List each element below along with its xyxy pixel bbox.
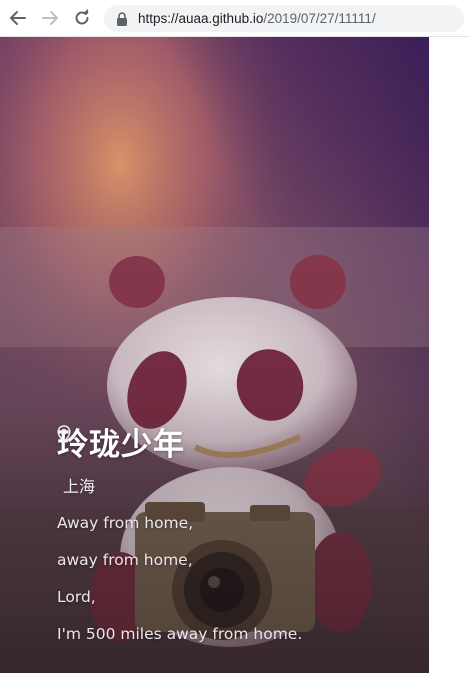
arrow-left-icon: [10, 11, 26, 25]
url-text: https://auaa.github.io/2019/07/27/11111/: [138, 11, 376, 26]
location-text: 上海: [63, 477, 96, 496]
profile-info: 玲珑少年 上海 Away from home, away from home, …: [57, 425, 302, 653]
bio-line: away from home,: [57, 551, 193, 569]
bio-line: I'm 500 miles away from home.: [57, 625, 303, 643]
reload-button[interactable]: [72, 8, 92, 28]
bio-line: Lord,: [57, 588, 96, 606]
bio-line: Away from home,: [57, 514, 194, 532]
reload-icon: [75, 9, 89, 25]
forward-button[interactable]: [40, 8, 60, 28]
hero-banner: 玲珑少年 上海 Away from home, away from home, …: [0, 37, 429, 673]
browser-toolbar: https://auaa.github.io/2019/07/27/11111/: [0, 0, 469, 37]
author-name: 玲珑少年: [57, 427, 185, 463]
arrow-right-icon: [42, 11, 58, 25]
address-bar[interactable]: https://auaa.github.io/2019/07/27/11111/: [104, 5, 464, 32]
lock-icon: [117, 11, 127, 26]
page-content: 玲珑少年 上海 Away from home, away from home, …: [0, 37, 469, 673]
location: 上海: [57, 425, 302, 497]
back-button[interactable]: [8, 8, 28, 28]
url-host: https://auaa.github.io: [138, 11, 264, 26]
bio: Away from home, away from home, Lord, I'…: [57, 505, 302, 653]
url-path: /2019/07/27/11111/: [263, 11, 376, 26]
